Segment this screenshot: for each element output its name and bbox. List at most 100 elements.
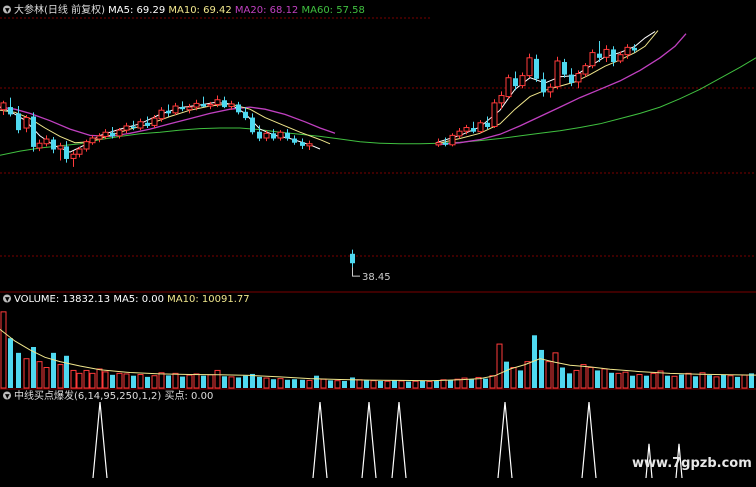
candle-body [519,75,526,87]
candle-26 [180,101,185,112]
volume-bar-63 [440,379,447,389]
volume-bar-7 [51,352,56,388]
volume-bar-73 [510,367,517,389]
volume-bar-2 [16,352,21,388]
volume-bar-105 [735,376,740,388]
volume-bar-37 [257,376,262,388]
candle-body [214,99,221,105]
volume-bar-3 [23,358,30,389]
signal-header-labels: 中线买点爆发(6,14,95,250,1,2) 买点: 0.00 [14,389,213,402]
volume-bar-77 [539,349,544,388]
volume-header-labels: VOLUME: 13832.13 MA5: 0.00 MA10: 10091.7… [14,294,250,305]
candle-62 [547,83,554,98]
volume-bar-42 [292,379,297,388]
price-panel[interactable]: 38.45 [0,30,756,284]
candle-body [443,142,448,145]
volume-bar-39 [271,379,276,388]
candle-body [456,130,463,137]
signal-panel[interactable] [92,401,683,479]
candle-body [582,65,589,75]
volume-header-indicator-1: MA5: 0.00 [113,294,167,305]
candle-body [263,132,270,139]
volume-bar-47 [328,380,333,388]
candle-9 [64,141,69,163]
candle-body [471,128,476,132]
candle-body [151,117,158,126]
candle-43 [300,138,305,149]
candle-body [236,104,241,113]
candle-0 [0,100,7,115]
candle-42 [292,135,297,145]
candle-53 [485,116,490,130]
stock-chart-window: 38.45 ▼ 大参林(日线 前复权) MA5: 69.29 MA10: 69.4… [0,0,756,487]
candle-body [575,73,582,83]
volume-bar-99 [693,376,698,388]
volume-bar-49 [342,380,347,388]
volume-bar-92 [644,375,649,388]
volume-bar-84 [587,367,594,389]
volume-bar-5 [36,361,43,389]
volume-bar-54 [378,380,383,388]
candle-body [350,253,355,264]
candle-body [491,102,498,127]
volume-bar-97 [679,374,684,388]
volume-bar-43 [300,379,305,388]
volume-bar-82 [573,369,580,389]
volume-bar-38 [263,377,270,389]
candle-body [505,77,512,98]
candle-4 [31,112,36,152]
candle-body [23,117,30,129]
candle-21 [145,116,150,129]
candle-body [554,60,561,88]
volume-bar-79 [552,352,559,389]
candle-body [51,139,56,150]
volume-bar-86 [601,368,608,389]
signal-spike-3 [391,401,407,479]
volume-header-indicator-2: MA10: 10091.77 [167,294,249,305]
volume-bar-34 [236,377,241,388]
candle-63 [554,56,561,90]
candle-body [31,116,36,147]
volume-bar-56 [392,380,397,388]
candle-35 [243,107,248,121]
candle-body [96,135,103,140]
volume-bar-9 [64,355,69,388]
price-header-toggle-glyph: ▼ [5,7,10,14]
candle-56 [505,74,512,99]
candle-23 [158,107,165,122]
volume-bar-50 [350,377,355,388]
candle-body [89,137,96,144]
candle-70 [603,45,610,63]
candle-45 [350,249,355,268]
volume-bar-102 [713,376,720,389]
price-header-indicator-2: MA20: 68.12 [235,5,302,16]
candle-10 [70,151,77,167]
volume-bar-48 [334,380,341,389]
candle-60 [534,54,539,82]
candle-27 [186,103,193,114]
volume-bar-0 [0,311,7,389]
candle-body [222,100,227,108]
candle-6 [43,135,50,147]
chart-canvas[interactable]: 38.45 ▼ 大参林(日线 前复权) MA5: 69.29 MA10: 69.4… [0,0,756,487]
signal-spike-2 [361,401,377,479]
candle-68 [589,49,596,69]
candle-body [110,132,115,137]
volume-bar-44 [306,379,313,389]
volume-bar-4 [31,347,36,388]
candle-body [435,142,442,146]
volume-bar-80 [560,367,565,388]
candle-body [131,126,136,129]
candle-52 [477,120,484,134]
volume-bar-98 [685,372,692,389]
volume-panel[interactable] [0,311,756,389]
candle-body [534,58,539,79]
candle-body [569,74,574,83]
volume-bar-13 [89,372,96,389]
volume-bar-52 [364,380,369,388]
price-header-indicator-0: MA5: 69.29 [108,5,168,16]
volume-header-toggle-glyph: ▼ [5,296,10,303]
candle-body [463,127,470,132]
volume-bar-70 [489,375,496,389]
candle-body [250,117,255,133]
